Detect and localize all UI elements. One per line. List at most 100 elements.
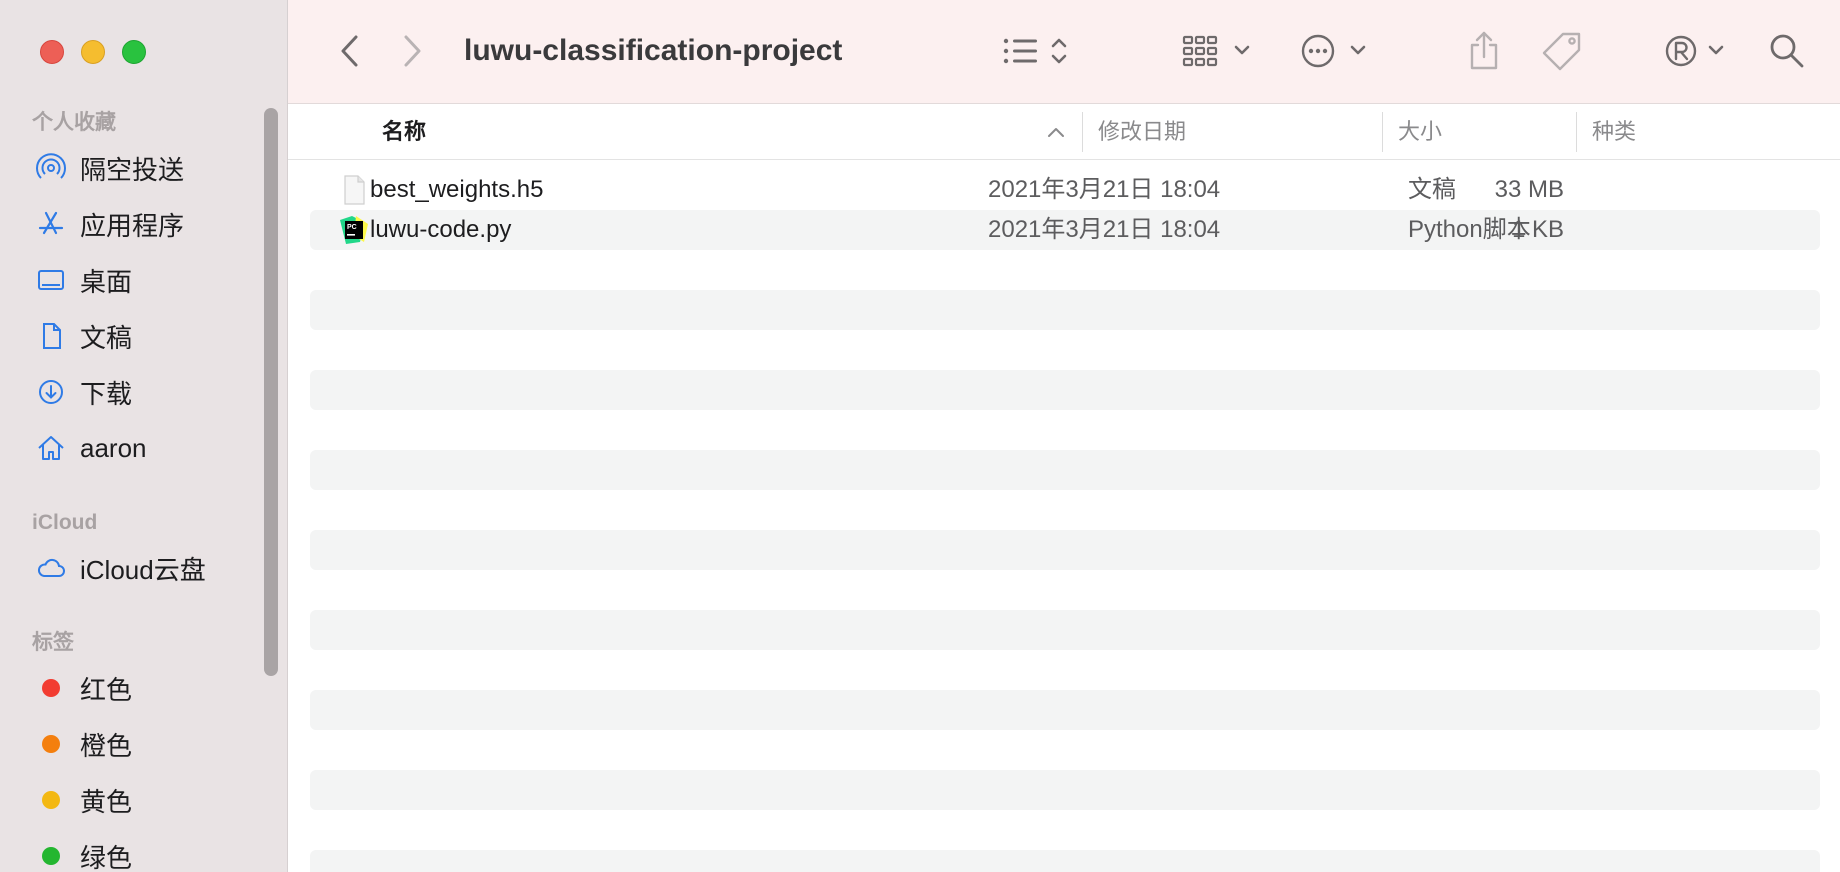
- empty-row: [310, 290, 1820, 330]
- sidebar-item-label: 应用程序: [80, 210, 185, 241]
- empty-row: [310, 410, 1820, 450]
- generic-file-icon: [344, 175, 365, 205]
- search-icon: [1770, 34, 1804, 68]
- cloud-icon: [36, 553, 66, 583]
- file-size: 33 MB: [1494, 176, 1564, 203]
- minimize-window-button[interactable]: [81, 40, 105, 64]
- empty-row: [310, 330, 1820, 370]
- search-button[interactable]: [1768, 28, 1806, 74]
- sidebar: 个人收藏 隔空投送 应用程序 桌面 文稿 下载 aaron iCloud iCl…: [0, 0, 288, 872]
- tag-dot-icon: [36, 729, 66, 759]
- column-divider[interactable]: [1382, 112, 1383, 152]
- back-button[interactable]: [330, 28, 370, 74]
- sidebar-item-tag-red[interactable]: 红色: [0, 660, 262, 716]
- document-icon: [36, 321, 66, 351]
- file-kind: 文稿: [1408, 176, 1456, 203]
- registered-circle-icon: [1665, 35, 1724, 67]
- empty-row: [310, 650, 1820, 690]
- column-divider[interactable]: [1576, 112, 1577, 152]
- empty-row: [310, 370, 1820, 410]
- column-divider[interactable]: [1082, 112, 1083, 152]
- close-window-button[interactable]: [40, 40, 64, 64]
- sidebar-item-airdrop[interactable]: 隔空投送: [0, 140, 262, 196]
- maximize-window-button[interactable]: [122, 40, 146, 64]
- sidebar-item-documents[interactable]: 文稿: [0, 308, 262, 364]
- tags-section: 标签 红色 橙色 黄色 绿色: [0, 626, 262, 872]
- sidebar-item-label: iCloud云盘: [80, 554, 206, 585]
- svg-text:PC: PC: [347, 224, 357, 231]
- column-kind[interactable]: 种类: [1592, 104, 1636, 160]
- sidebar-item-label: 下载: [80, 378, 133, 409]
- sidebar-item-tag-orange[interactable]: 橙色: [0, 716, 262, 772]
- icloud-heading: iCloud: [32, 511, 98, 534]
- chevron-left-icon: [341, 35, 358, 67]
- file-row[interactable]: PC luwu-code.py 2021年3月21日 18:04 1 KB Py…: [310, 210, 1820, 250]
- forward-button[interactable]: [392, 28, 432, 74]
- home-icon: [36, 433, 66, 463]
- empty-row: [310, 250, 1820, 290]
- empty-row: [310, 530, 1820, 570]
- column-date-modified[interactable]: 修改日期: [1098, 104, 1186, 160]
- sidebar-item-applications[interactable]: 应用程序: [0, 196, 262, 252]
- more-actions-button[interactable]: [1300, 28, 1372, 74]
- empty-row: [310, 770, 1820, 810]
- group-button[interactable]: [1182, 28, 1256, 74]
- file-kind: Python脚本: [1408, 216, 1531, 243]
- share-button[interactable]: [1466, 28, 1502, 74]
- sidebar-item-tag-green[interactable]: 绿色: [0, 828, 262, 872]
- column-name[interactable]: 名称: [382, 104, 426, 160]
- sidebar-scrollbar[interactable]: [264, 108, 278, 676]
- empty-row: [310, 450, 1820, 490]
- list-view-icon: [1003, 38, 1067, 64]
- main-pane: luwu-classification-project 名称 修改日期 大小 种…: [288, 0, 1840, 872]
- sidebar-item-label: 红色: [80, 674, 133, 705]
- desktop-icon: [36, 265, 66, 295]
- ellipsis-circle-icon: [1301, 34, 1366, 68]
- file-date: 2021年3月21日 18:04: [988, 216, 1221, 243]
- sidebar-item-downloads[interactable]: 下载: [0, 364, 262, 420]
- favorites-section: 个人收藏 隔空投送 应用程序 桌面 文稿 下载 aaron: [0, 106, 262, 476]
- tag-icon: [1542, 32, 1581, 71]
- sidebar-item-label: 黄色: [80, 786, 133, 817]
- grid-group-icon: [1182, 35, 1250, 67]
- window-title: luwu-classification-project: [464, 34, 843, 67]
- sidebar-item-label: 绿色: [80, 842, 133, 872]
- empty-row: [310, 810, 1820, 850]
- tag-dot-icon: [36, 785, 66, 815]
- file-name: best_weights.h5: [370, 176, 544, 203]
- sidebar-item-label: 橙色: [80, 730, 133, 761]
- tag-button[interactable]: [1540, 28, 1586, 74]
- tag-dot-icon: [36, 841, 66, 871]
- pycharm-file-icon: PC: [340, 216, 368, 244]
- file-list: best_weights.h5 2021年3月21日 18:04 33 MB 文…: [310, 170, 1820, 872]
- download-icon: [36, 377, 66, 407]
- sidebar-item-home[interactable]: aaron: [0, 420, 262, 476]
- empty-row: [310, 850, 1820, 872]
- sidebar-item-tag-yellow[interactable]: 黄色: [0, 772, 262, 828]
- empty-row: [310, 570, 1820, 610]
- empty-row: [310, 690, 1820, 730]
- file-date: 2021年3月21日 18:04: [988, 176, 1221, 203]
- file-name: luwu-code.py: [370, 216, 512, 243]
- applications-icon: [36, 209, 66, 239]
- empty-row: [310, 610, 1820, 650]
- window-controls: [40, 40, 146, 64]
- sidebar-item-label: 文稿: [80, 322, 133, 353]
- sidebar-item-desktop[interactable]: 桌面: [0, 252, 262, 308]
- airdrop-icon: [36, 153, 66, 183]
- view-list-button[interactable]: [1002, 28, 1080, 74]
- sidebar-item-label: 隔空投送: [80, 154, 185, 185]
- toolbar: luwu-classification-project: [288, 0, 1840, 104]
- empty-row: [310, 730, 1820, 770]
- sort-ascending-icon[interactable]: [1046, 126, 1066, 138]
- chevron-right-icon: [404, 35, 421, 67]
- account-menu-button[interactable]: [1664, 28, 1730, 74]
- tag-dot-icon: [36, 673, 66, 703]
- sidebar-item-label: 桌面: [80, 266, 133, 297]
- empty-row: [310, 490, 1820, 530]
- sidebar-item-icloud-drive[interactable]: iCloud云盘: [0, 540, 262, 596]
- column-size[interactable]: 大小: [1398, 104, 1442, 160]
- finder-window: 个人收藏 隔空投送 应用程序 桌面 文稿 下载 aaron iCloud iCl…: [0, 0, 1840, 872]
- share-icon: [1470, 31, 1498, 70]
- file-row[interactable]: best_weights.h5 2021年3月21日 18:04 33 MB 文…: [310, 170, 1820, 210]
